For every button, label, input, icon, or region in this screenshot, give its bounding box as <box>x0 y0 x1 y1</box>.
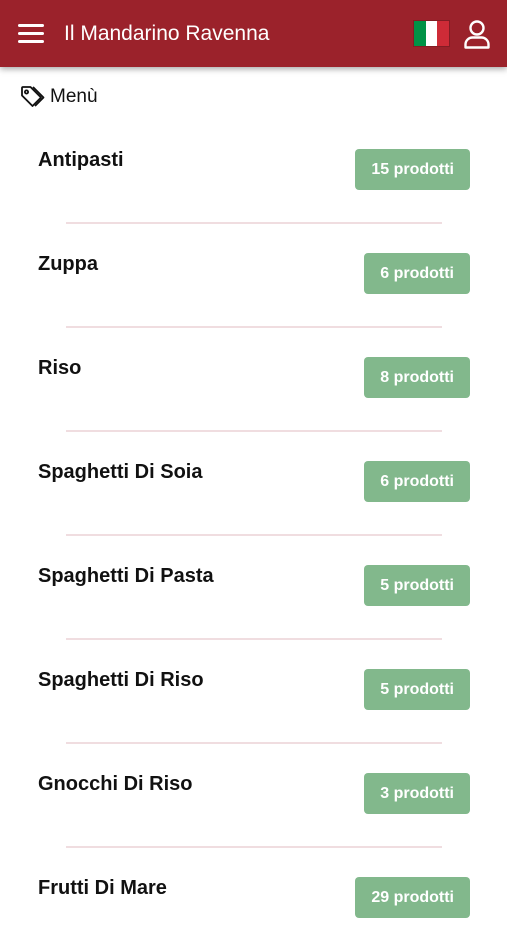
category-name: Zuppa <box>38 253 98 275</box>
category-list: Antipasti 15 prodotti Zuppa 6 prodotti R… <box>0 120 507 952</box>
category-row[interactable]: Gnocchi Di Riso 3 prodotti <box>0 744 507 848</box>
category-name: Antipasti <box>38 149 124 171</box>
category-name: Riso <box>38 357 82 379</box>
product-count-badge: 5 prodotti <box>364 669 470 710</box>
category-name: Spaghetti Di Pasta <box>38 565 214 587</box>
category-name: Gnocchi Di Riso <box>38 773 193 795</box>
category-name: Spaghetti Di Soia <box>38 461 203 483</box>
breadcrumb-label[interactable]: Menù <box>50 85 98 109</box>
product-count-badge: 6 prodotti <box>364 461 470 502</box>
category-row[interactable]: Frutti Di Mare 29 prodotti <box>0 848 507 952</box>
product-count-badge: 29 prodotti <box>355 877 470 918</box>
category-row[interactable]: Antipasti 15 prodotti <box>0 120 507 224</box>
category-row[interactable]: Spaghetti Di Riso 5 prodotti <box>0 640 507 744</box>
app-header: Il Mandarino Ravenna <box>0 0 507 67</box>
hamburger-menu-icon[interactable] <box>18 22 44 46</box>
user-icon[interactable] <box>463 19 491 49</box>
category-name: Spaghetti Di Riso <box>38 669 204 691</box>
category-row[interactable]: Spaghetti Di Pasta 5 prodotti <box>0 536 507 640</box>
category-name: Frutti Di Mare <box>38 877 167 899</box>
product-count-badge: 15 prodotti <box>355 149 470 190</box>
app-title: Il Mandarino Ravenna <box>64 22 270 45</box>
product-count-badge: 5 prodotti <box>364 565 470 606</box>
tag-icon <box>20 85 46 109</box>
category-row[interactable]: Riso 8 prodotti <box>0 328 507 432</box>
product-count-badge: 6 prodotti <box>364 253 470 294</box>
product-count-badge: 3 prodotti <box>364 773 470 814</box>
italian-flag-icon[interactable] <box>413 20 450 47</box>
product-count-badge: 8 prodotti <box>364 357 470 398</box>
category-row[interactable]: Spaghetti Di Soia 6 prodotti <box>0 432 507 536</box>
category-row[interactable]: Zuppa 6 prodotti <box>0 224 507 328</box>
breadcrumb: Menù <box>20 84 98 110</box>
